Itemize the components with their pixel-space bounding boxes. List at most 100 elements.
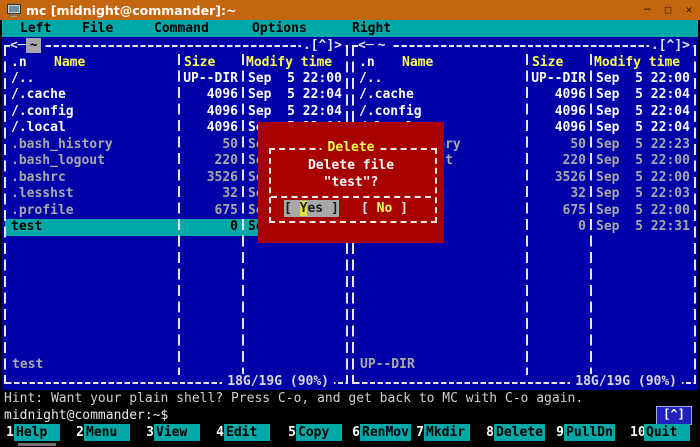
file-mtime: Sep 5 22:00	[596, 153, 690, 170]
dialog-filename: "test"?	[258, 174, 444, 191]
file-name: test	[11, 219, 42, 236]
file-name: /.cache	[11, 87, 66, 104]
file-size: 3526	[526, 170, 586, 187]
fkey-label: PullDn	[564, 424, 615, 441]
mc-app-icon	[7, 4, 22, 21]
fkey-pulldn[interactable]: 9PullDn	[550, 424, 615, 441]
file-size: 4096	[526, 104, 586, 121]
file-mtime: Sep 5 22:00	[596, 203, 690, 220]
fkey-menu[interactable]: 2Menu	[70, 424, 130, 441]
panel-top-border	[6, 45, 346, 47]
file-size: 4096	[178, 120, 238, 137]
scroll-up-indicator[interactable]: [^]	[656, 406, 692, 425]
menu-command[interactable]: Command	[154, 20, 209, 37]
fkey-number: 4	[210, 424, 224, 441]
column-separator-size-time	[590, 54, 592, 375]
dialog-message: Delete file	[258, 157, 444, 174]
fkey-number: 3	[140, 424, 154, 441]
file-row[interactable]: /.cache4096Sep 5 22:04	[2, 87, 350, 104]
column-header-mtime[interactable]: Modify time	[594, 54, 680, 71]
fkey-number: 1	[0, 424, 14, 441]
file-name: /..	[359, 71, 382, 88]
file-name: /..	[11, 71, 34, 88]
menu-right[interactable]: Right	[352, 20, 391, 37]
fkey-help[interactable]: 1Help	[0, 424, 60, 441]
shell-prompt[interactable]: midnight@commander:~$	[4, 407, 644, 424]
file-size: 4096	[526, 120, 586, 137]
function-key-bar: 1Help 2Menu 3View 4Edit 5Copy6RenMov7Mkdir 8D…	[0, 424, 700, 441]
menu-options[interactable]: Options	[252, 20, 307, 37]
fkey-view[interactable]: 3View	[140, 424, 200, 441]
file-size: 32	[526, 186, 586, 203]
mini-status: UP--DIR	[360, 356, 415, 373]
file-size: 220	[526, 153, 586, 170]
file-size: 32	[178, 186, 238, 203]
panel-up-button[interactable]: .[^]>	[649, 37, 692, 54]
panel-path[interactable]: ~	[26, 38, 42, 53]
file-name: .profile	[11, 203, 74, 220]
fkey-mkdir[interactable]: 7Mkdir	[410, 424, 470, 441]
window-title: mc [midnight@commander]:~	[26, 1, 236, 20]
title-bar[interactable]: mc [midnight@commander]:~ ─ □ ✕	[0, 0, 700, 21]
fkey-number: 9	[550, 424, 564, 441]
close-icon[interactable]: ✕	[683, 0, 695, 20]
fkey-number: 6	[346, 424, 360, 441]
column-header-size[interactable]: Size	[184, 54, 215, 71]
bottom-scrollbar-thumb[interactable]	[18, 443, 56, 446]
panel-history-back[interactable]: <─~	[358, 37, 393, 54]
file-row[interactable]: /.config4096Sep 5 22:04	[350, 104, 698, 121]
column-header-mtime[interactable]: Modify time	[246, 54, 332, 71]
fkey-number: 2	[70, 424, 84, 441]
fkey-number: 5	[282, 424, 296, 441]
file-size: 50	[178, 137, 238, 154]
maximize-icon[interactable]: □	[662, 0, 674, 20]
file-mtime: Sep 5 22:31	[596, 219, 690, 236]
file-mtime: Sep 5 22:00	[248, 71, 342, 88]
file-mtime: Sep 5 22:03	[596, 186, 690, 203]
fkey-label: View	[154, 424, 200, 441]
column-header-name[interactable]: Name	[402, 54, 433, 71]
fkey-renmov[interactable]: 6RenMov	[346, 424, 411, 441]
file-size: UP--DIR	[178, 71, 238, 88]
column-header-name[interactable]: Name	[54, 54, 85, 71]
file-mtime: Sep 5 22:00	[596, 71, 690, 88]
file-size: 50	[526, 137, 586, 154]
yes-button[interactable]: [ Yes ]	[284, 200, 339, 217]
fkey-copy[interactable]: 5Copy	[282, 424, 342, 441]
file-size: 4096	[178, 87, 238, 104]
file-row[interactable]: /..UP--DIRSep 5 22:00	[350, 71, 698, 88]
file-row[interactable]: /.config 4096 Sep 5 22:04	[2, 104, 350, 121]
file-name: /.config	[11, 104, 74, 121]
file-mtime: Sep 5 22:04	[248, 104, 342, 121]
panel-history-back[interactable]: <─~	[10, 37, 45, 54]
no-button[interactable]: [ No ]	[361, 200, 408, 217]
fkey-number: 10	[630, 424, 644, 441]
menu-left[interactable]: Left	[20, 20, 51, 37]
menu-file[interactable]: File	[82, 20, 113, 37]
panel-up-button[interactable]: .[^]>	[301, 37, 344, 54]
file-mtime: Sep 5 22:04	[596, 120, 690, 137]
fkey-edit[interactable]: 4Edit	[210, 424, 270, 441]
panel-path[interactable]: ~	[374, 38, 390, 53]
file-mtime: Sep 5 22:00	[596, 170, 690, 187]
minimize-icon[interactable]: ─	[641, 0, 653, 20]
file-row[interactable]: /.. UP--DIR Sep 5 22:00	[2, 71, 350, 88]
fkey-number: 8	[480, 424, 494, 441]
fkey-label: Copy	[296, 424, 342, 441]
file-row[interactable]: /.cache4096Sep 5 22:04	[350, 87, 698, 104]
column-header-size[interactable]: Size	[532, 54, 563, 71]
fkey-label: Edit	[224, 424, 270, 441]
fkey-label: Help	[14, 424, 60, 441]
fkey-delete[interactable]: 8Delete	[480, 424, 545, 441]
file-name: .bashrc	[11, 170, 66, 187]
file-size: 4096	[526, 87, 586, 104]
fkey-quit[interactable]: 10Quit	[630, 424, 690, 441]
file-name: /.config	[359, 104, 422, 121]
file-size: 4096	[178, 104, 238, 121]
sort-marker: .n	[359, 54, 375, 71]
file-size: 675	[178, 203, 238, 220]
column-separator-size-time	[242, 54, 244, 375]
file-name: .lesshst	[11, 186, 74, 203]
delete-dialog: Delete Delete file "test"? [ Yes ] [ No …	[258, 122, 444, 243]
column-separator-name-size	[178, 54, 180, 375]
